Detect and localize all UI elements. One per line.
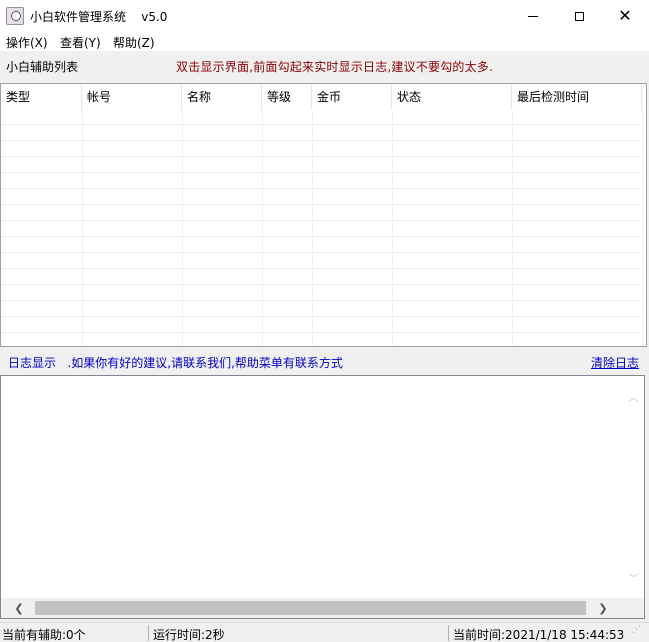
grid-row-line	[1, 172, 642, 173]
grid-row-line	[1, 300, 642, 301]
horizontal-scroll-thumb[interactable]	[35, 601, 586, 615]
resize-grip-icon[interactable]: ⋰	[632, 626, 646, 641]
grid-column-line	[182, 110, 183, 346]
status-runtime: 运行时间:2秒	[153, 628, 225, 642]
grid-column-line	[642, 110, 643, 346]
scroll-up-icon[interactable]: ︿	[624, 388, 643, 405]
status-divider	[148, 625, 149, 641]
column-header-last-check-time[interactable]: 最后检测时间	[512, 84, 642, 110]
menu-view[interactable]: 查看(Y)	[60, 34, 101, 51]
log-section-label: 日志显示 .如果你有好的建议,请联系我们,帮助菜单有联系方式	[8, 356, 343, 370]
grid-row-line	[1, 236, 642, 237]
status-bar: 当前有辅助:0个 运行时间:2秒 当前时间:2021/1/18 15:44:53…	[0, 622, 649, 642]
log-textarea[interactable]	[0, 375, 645, 619]
log-horizontal-scrollbar[interactable]: ❮ ❯	[1, 598, 644, 618]
log-vertical-scrollbar[interactable]: ︿ ﹀	[624, 376, 643, 597]
column-header-account[interactable]: 帐号	[82, 84, 182, 110]
close-icon: ✕	[618, 6, 632, 25]
column-header-type[interactable]: 类型	[1, 84, 82, 110]
grid-row-line	[1, 220, 642, 221]
column-header-level[interactable]: 等级	[262, 84, 312, 110]
title-bar[interactable]: 小白软件管理系统 v5.0 ✕	[0, 0, 649, 32]
table-header: 类型 帐号 名称 等级 金币 状态 最后检测时间	[1, 84, 646, 110]
grid-column-line	[392, 110, 393, 346]
minimize-icon	[528, 15, 538, 17]
scroll-left-icon[interactable]: ❮	[9, 598, 29, 618]
grid-row-line	[1, 332, 642, 333]
column-header-status[interactable]: 状态	[392, 84, 512, 110]
minimize-button[interactable]	[510, 0, 556, 32]
close-button[interactable]: ✕	[602, 0, 648, 32]
grid-row-line	[1, 188, 642, 189]
grid-row-line	[1, 124, 642, 125]
helper-list-table[interactable]: 类型 帐号 名称 等级 金币 状态 最后检测时间	[0, 83, 647, 347]
menu-operate[interactable]: 操作(X)	[6, 34, 48, 51]
status-current-time: 当前时间:2021/1/18 15:44:53	[453, 628, 625, 642]
scroll-down-icon[interactable]: ﹀	[624, 569, 643, 586]
column-header-name[interactable]: 名称	[182, 84, 262, 110]
grid-row-line	[1, 156, 642, 157]
maximize-icon	[574, 11, 584, 21]
scroll-right-icon[interactable]: ❯	[593, 598, 613, 618]
list-section-label: 小白辅助列表	[6, 60, 79, 74]
maximize-button[interactable]	[556, 0, 602, 32]
grid-column-line	[262, 110, 263, 346]
app-logo-icon	[6, 7, 24, 25]
grid-row-line	[1, 268, 642, 269]
main-window: 小白软件管理系统 v5.0 ✕ 操作(X) 查看(Y) 帮助(Z) 小白辅助列表…	[0, 0, 649, 642]
grid-row-line	[1, 204, 642, 205]
status-helper-count: 当前有辅助:0个	[2, 628, 86, 642]
list-hint-text: 双击显示界面,前面勾起来实时显示日志,建议不要勾的太多.	[176, 60, 494, 74]
window-title: 小白软件管理系统 v5.0	[30, 10, 168, 24]
grid-column-line	[512, 110, 513, 346]
grid-column-line	[82, 110, 83, 346]
status-divider	[448, 625, 449, 641]
grid-row-line	[1, 284, 642, 285]
menu-help[interactable]: 帮助(Z)	[113, 34, 155, 51]
grid-row-line	[1, 140, 642, 141]
grid-row-line	[1, 252, 642, 253]
clear-log-link[interactable]: 清除日志	[591, 354, 639, 371]
column-header-gold[interactable]: 金币	[312, 84, 392, 110]
grid-column-line	[312, 110, 313, 346]
menu-bar: 操作(X) 查看(Y) 帮助(Z)	[0, 32, 649, 51]
grid-row-line	[1, 316, 642, 317]
